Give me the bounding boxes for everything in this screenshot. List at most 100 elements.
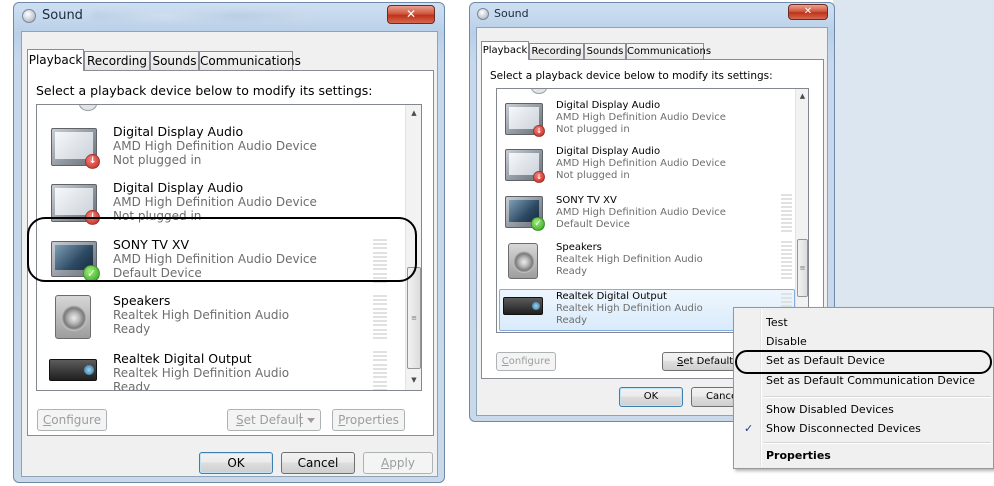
- device-item[interactable]: Speakers Realtek High Definition Audio R…: [497, 241, 797, 289]
- ok-button[interactable]: OK: [199, 452, 273, 474]
- scroll-thumb[interactable]: ≡: [797, 239, 808, 297]
- device-driver: AMD High Definition Audio Device: [113, 195, 317, 209]
- device-name: SONY TV XV: [556, 195, 617, 206]
- unplugged-badge-icon: ↓: [85, 154, 100, 169]
- window-title: Sound: [494, 7, 529, 20]
- speaker-icon: [55, 295, 91, 339]
- device-list-scrollbar[interactable]: ▲ ≡ ▼: [405, 105, 421, 390]
- configure-button[interactable]: Configure: [496, 352, 556, 371]
- device-status: Not plugged in: [556, 170, 630, 181]
- device-name: Digital Display Audio: [113, 180, 244, 195]
- tab-playback[interactable]: Playback: [481, 41, 529, 60]
- device-item[interactable]: ↓ Digital Display Audio AMD High Definit…: [37, 122, 407, 182]
- instruction-text: Select a playback device below to modify…: [36, 83, 373, 98]
- device-status: Ready: [556, 315, 588, 326]
- device-name: Speakers: [113, 293, 171, 308]
- tab-sounds[interactable]: Sounds: [150, 51, 199, 71]
- tab-communications[interactable]: Communications: [199, 51, 301, 71]
- ok-button[interactable]: OK: [619, 387, 683, 407]
- configure-button[interactable]: Configure: [37, 409, 107, 431]
- device-item[interactable]: ✓ SONY TV XV AMD High Definition Audio D…: [37, 233, 407, 289]
- device-list[interactable]: ↓ Digital Display Audio AMD High Definit…: [36, 104, 422, 391]
- menu-item-show-disabled-devices[interactable]: Show Disabled Devices: [736, 401, 991, 419]
- device-status: Default Device: [113, 266, 202, 280]
- device-driver: AMD High Definition Audio Device: [556, 112, 726, 123]
- instruction-text: Select a playback device below to modify…: [490, 70, 773, 82]
- thumb-grip-icon: ≡: [411, 314, 417, 322]
- window-title: Sound: [42, 8, 83, 23]
- tab-communications[interactable]: Communications: [626, 43, 711, 60]
- device-name: Digital Display Audio: [556, 146, 661, 157]
- playback-tab-panel: Select a playback device below to modify…: [27, 70, 434, 436]
- device-driver: Realtek High Definition Audio: [556, 303, 703, 314]
- thumb-grip-icon: ≡: [799, 264, 806, 272]
- scroll-up-arrow-icon[interactable]: ▲: [406, 109, 421, 117]
- volume-meter: [373, 239, 387, 283]
- device-name: SONY TV XV: [113, 237, 190, 252]
- volume-meter: [781, 194, 792, 232]
- device-item[interactable]: Speakers Realtek High Definition Audio R…: [37, 291, 407, 347]
- device-driver: AMD High Definition Audio Device: [556, 207, 726, 218]
- title-bar[interactable]: Sound ✕: [14, 3, 444, 29]
- volume-meter: [373, 351, 387, 390]
- tab-sounds[interactable]: Sounds: [584, 43, 626, 60]
- menu-item-show-disconnected-devices[interactable]: ✓ Show Disconnected Devices: [736, 420, 991, 438]
- device-status: Not plugged in: [556, 124, 630, 135]
- menu-item-set-default-device[interactable]: Set as Default Device: [736, 352, 991, 370]
- device-status: Default Device: [556, 219, 630, 230]
- menu-item-properties[interactable]: Properties: [736, 447, 991, 465]
- device-list-scrollbar[interactable]: ▲ ≡: [795, 89, 808, 332]
- device-driver: Realtek High Definition Audio: [113, 308, 290, 322]
- device-driver: AMD High Definition Audio Device: [113, 139, 317, 153]
- close-button[interactable]: ✕: [788, 4, 828, 20]
- device-list[interactable]: ↓ Digital Display Audio AMD High Definit…: [496, 88, 809, 333]
- close-icon: ✕: [405, 7, 417, 21]
- blurred-title-background: [92, 12, 312, 20]
- menu-item-set-default-communication-device[interactable]: Set as Default Communication Device: [736, 372, 991, 390]
- device-name: Realtek Digital Output: [556, 291, 667, 302]
- device-status: Ready: [113, 380, 151, 391]
- unplugged-badge-icon: ↓: [533, 125, 545, 137]
- receiver-icon: [49, 359, 97, 381]
- device-driver: Realtek High Definition Audio: [113, 366, 290, 380]
- device-item[interactable]: ↓ Digital Display Audio AMD High Definit…: [497, 145, 797, 193]
- device-name: Digital Display Audio: [556, 100, 661, 111]
- device-driver: Realtek High Definition Audio: [556, 254, 703, 265]
- volume-meter: [781, 241, 792, 279]
- scroll-down-arrow-icon[interactable]: ▼: [406, 376, 421, 384]
- tab-recording[interactable]: Recording: [84, 51, 150, 71]
- menu-item-disable[interactable]: Disable: [736, 333, 991, 351]
- properties-button[interactable]: Properties: [332, 409, 405, 431]
- receiver-icon: [503, 297, 543, 315]
- device-status: Not plugged in: [113, 153, 202, 167]
- device-driver: AMD High Definition Audio Device: [113, 252, 317, 266]
- set-default-button[interactable]: Set Default: [227, 409, 321, 431]
- tab-playback[interactable]: Playback: [27, 49, 84, 71]
- close-button[interactable]: ✕: [387, 5, 435, 24]
- menu-item-test[interactable]: Test: [736, 314, 991, 332]
- device-status: Ready: [556, 266, 588, 277]
- checkmark-icon: ✓: [744, 422, 754, 435]
- tab-recording[interactable]: Recording: [529, 43, 584, 60]
- default-device-check-icon: ✓: [531, 217, 545, 231]
- desktop-background: [833, 0, 994, 307]
- device-item[interactable]: ↓ Digital Display Audio AMD High Definit…: [37, 178, 407, 234]
- sound-app-icon: [22, 9, 36, 23]
- device-item[interactable]: Realtek Digital Output Realtek High Defi…: [37, 349, 407, 391]
- cancel-button[interactable]: Cancel: [281, 452, 355, 474]
- device-item[interactable]: ✓ SONY TV XV AMD High Definition Audio D…: [497, 192, 797, 240]
- device-name: Speakers: [556, 242, 602, 253]
- dialog-client-area: Playback Recording Sounds Communications…: [21, 31, 438, 477]
- dropdown-arrow-icon[interactable]: [307, 418, 315, 423]
- title-bar[interactable]: Sound ✕: [470, 3, 834, 25]
- device-item[interactable]: ↓ Digital Display Audio AMD High Definit…: [497, 99, 797, 147]
- device-driver: AMD High Definition Audio Device: [556, 158, 726, 169]
- scroll-up-arrow-icon[interactable]: ▲: [796, 92, 808, 100]
- unplugged-badge-icon: ↓: [533, 171, 545, 183]
- scroll-thumb[interactable]: ≡: [407, 267, 421, 369]
- close-icon: ✕: [803, 6, 813, 17]
- unplugged-badge-icon: ↓: [85, 210, 100, 225]
- apply-button[interactable]: Apply: [363, 452, 433, 474]
- volume-meter: [373, 295, 387, 339]
- device-status: Ready: [113, 322, 151, 336]
